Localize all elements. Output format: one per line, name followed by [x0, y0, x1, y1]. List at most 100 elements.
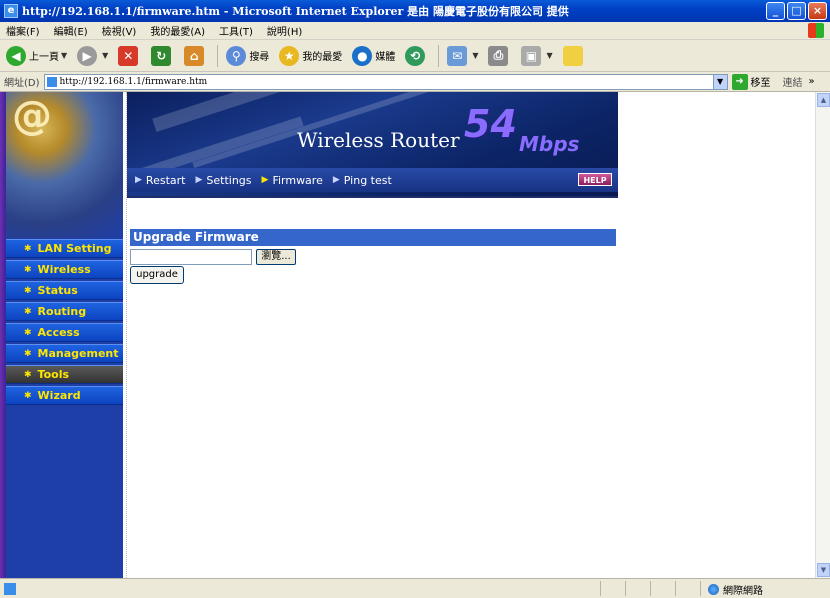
close-button[interactable]: ×: [808, 2, 827, 20]
menu-favorites[interactable]: 我的最愛(A): [150, 23, 205, 38]
media-button[interactable]: ● 媒體: [352, 45, 396, 66]
menu-bar: 檔案(F) 編輯(E) 檢視(V) 我的最愛(A) 工具(T) 說明(H): [0, 22, 830, 40]
back-button[interactable]: ◀ 上一頁 ▼: [6, 45, 67, 66]
nav-bullet-icon: ✱: [24, 369, 32, 380]
back-arrow-icon: ◀: [6, 45, 26, 66]
go-arrow-icon: ➜: [731, 73, 748, 90]
subnav-label: Settings: [206, 173, 252, 187]
nav-status[interactable]: ✱ Status: [6, 281, 123, 300]
vertical-scrollbar[interactable]: ▲ ▼: [815, 92, 830, 578]
window-controls: _ □ ×: [766, 2, 827, 20]
address-label: 網址(D): [4, 78, 40, 89]
windows-logo-icon: [808, 23, 824, 38]
nav-bullet-icon: ✱: [24, 390, 32, 401]
history-button[interactable]: ⟲: [405, 45, 428, 66]
status-pane-divider: [700, 581, 701, 596]
subnav-arrow-icon: ▶: [195, 175, 203, 185]
address-dropdown-icon[interactable]: ▼: [712, 74, 727, 89]
banner-bottom-rule: [127, 196, 618, 198]
nav-access[interactable]: ✱ Access: [6, 323, 123, 342]
subnav-ping-test[interactable]: ▶ Ping test: [333, 174, 392, 187]
status-pane-divider: [625, 581, 626, 596]
stop-icon: ✕: [118, 45, 139, 66]
forward-dropdown-icon[interactable]: ▼: [102, 51, 108, 60]
nav-wizard[interactable]: ✱ Wizard: [6, 386, 123, 405]
section-title: Upgrade Firmware: [130, 229, 616, 246]
nav-lan-setting[interactable]: ✱ LAN Setting: [6, 239, 123, 258]
nav-tools[interactable]: ✱ Tools: [6, 365, 123, 384]
address-url: http://192.168.1.1/firmware.htm: [59, 76, 208, 87]
edit-icon: ▣: [521, 45, 542, 66]
mail-dropdown-icon[interactable]: ▼: [472, 51, 478, 60]
media-label: 媒體: [375, 52, 396, 63]
mail-button[interactable]: ✉ ▼: [447, 45, 478, 66]
banner-speed: 54: [464, 102, 517, 146]
menu-file[interactable]: 檔案(F): [6, 23, 40, 38]
links-label[interactable]: 連結: [783, 74, 803, 89]
home-icon: ⌂: [184, 45, 205, 66]
nav-label: Wireless: [37, 263, 91, 276]
back-label: 上一頁: [29, 52, 59, 63]
print-button[interactable]: ⎙: [488, 45, 511, 66]
search-button[interactable]: ⚲ 搜尋: [226, 45, 270, 66]
messenger-button[interactable]: [562, 45, 586, 66]
nav-bullet-icon: ✱: [24, 264, 32, 275]
nav-wireless[interactable]: ✱ Wireless: [6, 260, 123, 279]
subnav-arrow-icon: ▶: [135, 175, 142, 185]
menu-help[interactable]: 說明(H): [267, 23, 302, 38]
ie-icon: e: [4, 4, 18, 18]
subnav-arrow-icon: ▶: [261, 175, 269, 185]
nav-routing[interactable]: ✱ Routing: [6, 302, 123, 321]
search-icon: ⚲: [226, 45, 247, 66]
security-zone: 網際網路: [708, 582, 763, 597]
media-icon: ●: [352, 45, 373, 66]
zone-label: 網際網路: [723, 586, 763, 597]
window-title: http://192.168.1.1/firmware.htm - Micros…: [22, 5, 569, 18]
subnav-restart[interactable]: ▶ Restart: [135, 174, 185, 187]
address-input[interactable]: http://192.168.1.1/firmware.htm ▼: [43, 73, 728, 90]
sidebar-nav: ✱ LAN Setting ✱ Wireless ✱ Status ✱ Routing …: [6, 239, 123, 407]
sidebar: @ ✱ LAN Setting ✱ Wireless ✱ Status ✱ Routin…: [6, 92, 123, 578]
status-pane-divider: [675, 581, 676, 596]
nav-label: Status: [37, 284, 78, 297]
maximize-button[interactable]: □: [787, 2, 806, 20]
subnav-firmware[interactable]: ▶ Firmware: [262, 174, 323, 187]
home-button[interactable]: ⌂: [184, 45, 207, 66]
nav-label: Wizard: [37, 389, 81, 402]
refresh-button[interactable]: ↻: [151, 45, 174, 66]
page-content: @ ✱ LAN Setting ✱ Wireless ✱ Status ✱ Routin…: [0, 92, 830, 578]
chevron-right-icon[interactable]: »: [809, 76, 815, 87]
history-icon: ⟲: [405, 45, 426, 66]
go-label: 移至: [750, 78, 771, 89]
menu-view[interactable]: 檢視(V): [102, 23, 137, 38]
back-dropdown-icon[interactable]: ▼: [61, 51, 67, 60]
favorites-button[interactable]: ★ 我的最愛: [279, 45, 342, 66]
nav-label: Access: [37, 326, 80, 339]
minimize-button[interactable]: _: [766, 2, 785, 20]
firmware-file-input[interactable]: [130, 249, 252, 265]
menu-edit[interactable]: 編輯(E): [54, 23, 88, 38]
upgrade-button[interactable]: upgrade: [130, 266, 184, 284]
search-label: 搜尋: [249, 52, 270, 63]
scroll-down-icon[interactable]: ▼: [817, 563, 830, 577]
toolbar-separator: [438, 44, 440, 67]
nav-bullet-icon: ✱: [24, 243, 32, 254]
browse-button[interactable]: 瀏覽...: [256, 249, 296, 265]
globe-icon: [708, 584, 719, 595]
stop-button[interactable]: ✕: [118, 45, 141, 66]
banner-brand: Wireless Router: [297, 128, 460, 152]
forward-arrow-icon: ▶: [77, 45, 98, 66]
edit-dropdown-icon[interactable]: ▼: [546, 51, 552, 60]
scroll-up-icon[interactable]: ▲: [817, 93, 830, 107]
page-icon: [46, 76, 57, 87]
subnav-settings[interactable]: ▶ Settings: [195, 174, 251, 187]
forward-button[interactable]: ▶ ▼: [77, 45, 108, 66]
mail-icon: ✉: [447, 45, 468, 66]
nav-management[interactable]: ✱ Management: [6, 344, 123, 363]
menu-tools[interactable]: 工具(T): [219, 23, 253, 38]
status-bar: 網際網路: [0, 578, 830, 598]
help-button[interactable]: HELP: [578, 173, 612, 186]
edit-button[interactable]: ▣ ▼: [521, 45, 553, 66]
go-button[interactable]: ➜ 移至: [731, 73, 771, 90]
status-pane-divider: [650, 581, 651, 596]
